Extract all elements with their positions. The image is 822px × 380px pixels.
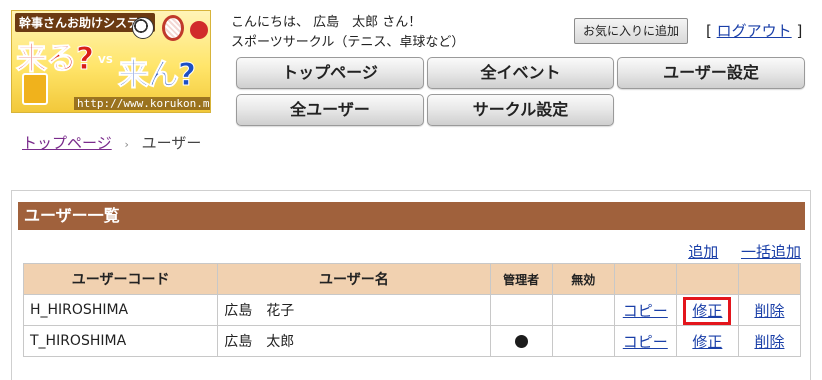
cell-disabled bbox=[551, 294, 615, 326]
col-copy bbox=[613, 263, 677, 295]
greeting-block: こんにちは、 広島 太郎 さん！ スポーツサークル（テニス、卓球など） bbox=[231, 13, 464, 53]
cell-user-name: 広島 太郎 bbox=[217, 325, 491, 357]
table-row: T_HIROSHIMA 広島 太郎 コピー 修正 削除 bbox=[22, 325, 802, 357]
add-user-link[interactable]: 追加 bbox=[688, 243, 718, 261]
ping-pong-paddle-icon bbox=[190, 21, 208, 39]
tennis-racket-icon bbox=[162, 15, 184, 41]
greeting-text: こんにちは、 広島 太郎 さん！ bbox=[231, 15, 422, 30]
nav-circle-settings[interactable]: サークル設定 bbox=[427, 94, 614, 126]
add-favorite-button[interactable]: お気に入りに追加 bbox=[574, 18, 689, 44]
cell-user-name: 広島 花子 bbox=[217, 294, 491, 326]
panel-title: ユーザー一覧 bbox=[18, 202, 805, 230]
circle-name: スポーツサークル（テニス、卓球など） bbox=[231, 35, 465, 50]
table-header-row: ユーザーコード ユーザー名 管理者 無効 bbox=[22, 263, 802, 295]
breadcrumb: トップページ › ユーザー bbox=[22, 132, 201, 153]
nav-all-users[interactable]: 全ユーザー bbox=[236, 94, 424, 126]
soccer-ball-icon bbox=[132, 17, 154, 39]
copy-link[interactable]: コピー bbox=[623, 302, 668, 320]
col-user-code: ユーザーコード bbox=[22, 263, 219, 295]
cell-admin bbox=[489, 294, 553, 326]
bracket-close: ] bbox=[796, 22, 803, 40]
cell-user-code: H_HIROSHIMA bbox=[22, 294, 219, 326]
cell-copy: コピー bbox=[613, 294, 677, 326]
cell-user-code: T_HIROSHIMA bbox=[22, 325, 219, 357]
cell-edit: 修正 bbox=[675, 325, 739, 357]
admin-dot-icon bbox=[514, 334, 528, 348]
cell-delete: 削除 bbox=[737, 294, 802, 326]
copy-link[interactable]: コピー bbox=[623, 333, 668, 351]
table-row: H_HIROSHIMA 広島 花子 コピー 修正 削除 bbox=[22, 294, 802, 326]
edit-link[interactable]: 修正 bbox=[692, 333, 722, 351]
cell-copy: コピー bbox=[613, 325, 677, 357]
col-admin: 管理者 bbox=[489, 263, 553, 295]
logo-url: http://www.korukon.me bbox=[74, 97, 210, 110]
beer-icon bbox=[22, 73, 48, 105]
breadcrumb-current: ユーザー bbox=[141, 134, 202, 152]
cell-delete: 削除 bbox=[737, 325, 802, 357]
user-table: ユーザーコード ユーザー名 管理者 無効 H_HIROSHIMA 広島 花子 コ… bbox=[22, 263, 802, 357]
nav-user-settings[interactable]: ユーザー設定 bbox=[617, 57, 805, 89]
chevron-right-icon: › bbox=[124, 138, 129, 151]
col-delete bbox=[737, 263, 802, 295]
logo-text-left: 来る? bbox=[16, 41, 95, 78]
bracket-open: [ bbox=[706, 22, 712, 40]
list-actions: 追加 一括追加 bbox=[670, 241, 801, 262]
col-user-name: ユーザー名 bbox=[217, 263, 491, 295]
logo-text-right: 来ん? bbox=[118, 57, 197, 94]
cell-disabled bbox=[551, 325, 615, 357]
logo-vs: VS bbox=[98, 55, 113, 66]
logout-area: [ ログアウト ] bbox=[706, 20, 802, 41]
col-disabled: 無効 bbox=[551, 263, 615, 295]
cell-edit: 修正 bbox=[675, 294, 739, 326]
user-list-panel: ユーザー一覧 追加 一括追加 ユーザーコード ユーザー名 管理者 無効 H_HI… bbox=[11, 190, 811, 380]
nav-top-page[interactable]: トップページ bbox=[236, 57, 424, 89]
edit-link[interactable]: 修正 bbox=[683, 296, 732, 325]
breadcrumb-home-link[interactable]: トップページ bbox=[22, 134, 112, 152]
bulk-add-link[interactable]: 一括追加 bbox=[741, 243, 801, 261]
logout-link[interactable]: ログアウト bbox=[717, 22, 792, 40]
site-logo[interactable]: 幹事さんお助けシステム 来る? VS 来ん? http://www.koruko… bbox=[11, 10, 211, 113]
cell-admin bbox=[489, 325, 553, 357]
delete-link[interactable]: 削除 bbox=[754, 302, 784, 320]
nav-all-events[interactable]: 全イベント bbox=[427, 57, 614, 89]
delete-link[interactable]: 削除 bbox=[754, 333, 784, 351]
col-edit bbox=[675, 263, 739, 295]
